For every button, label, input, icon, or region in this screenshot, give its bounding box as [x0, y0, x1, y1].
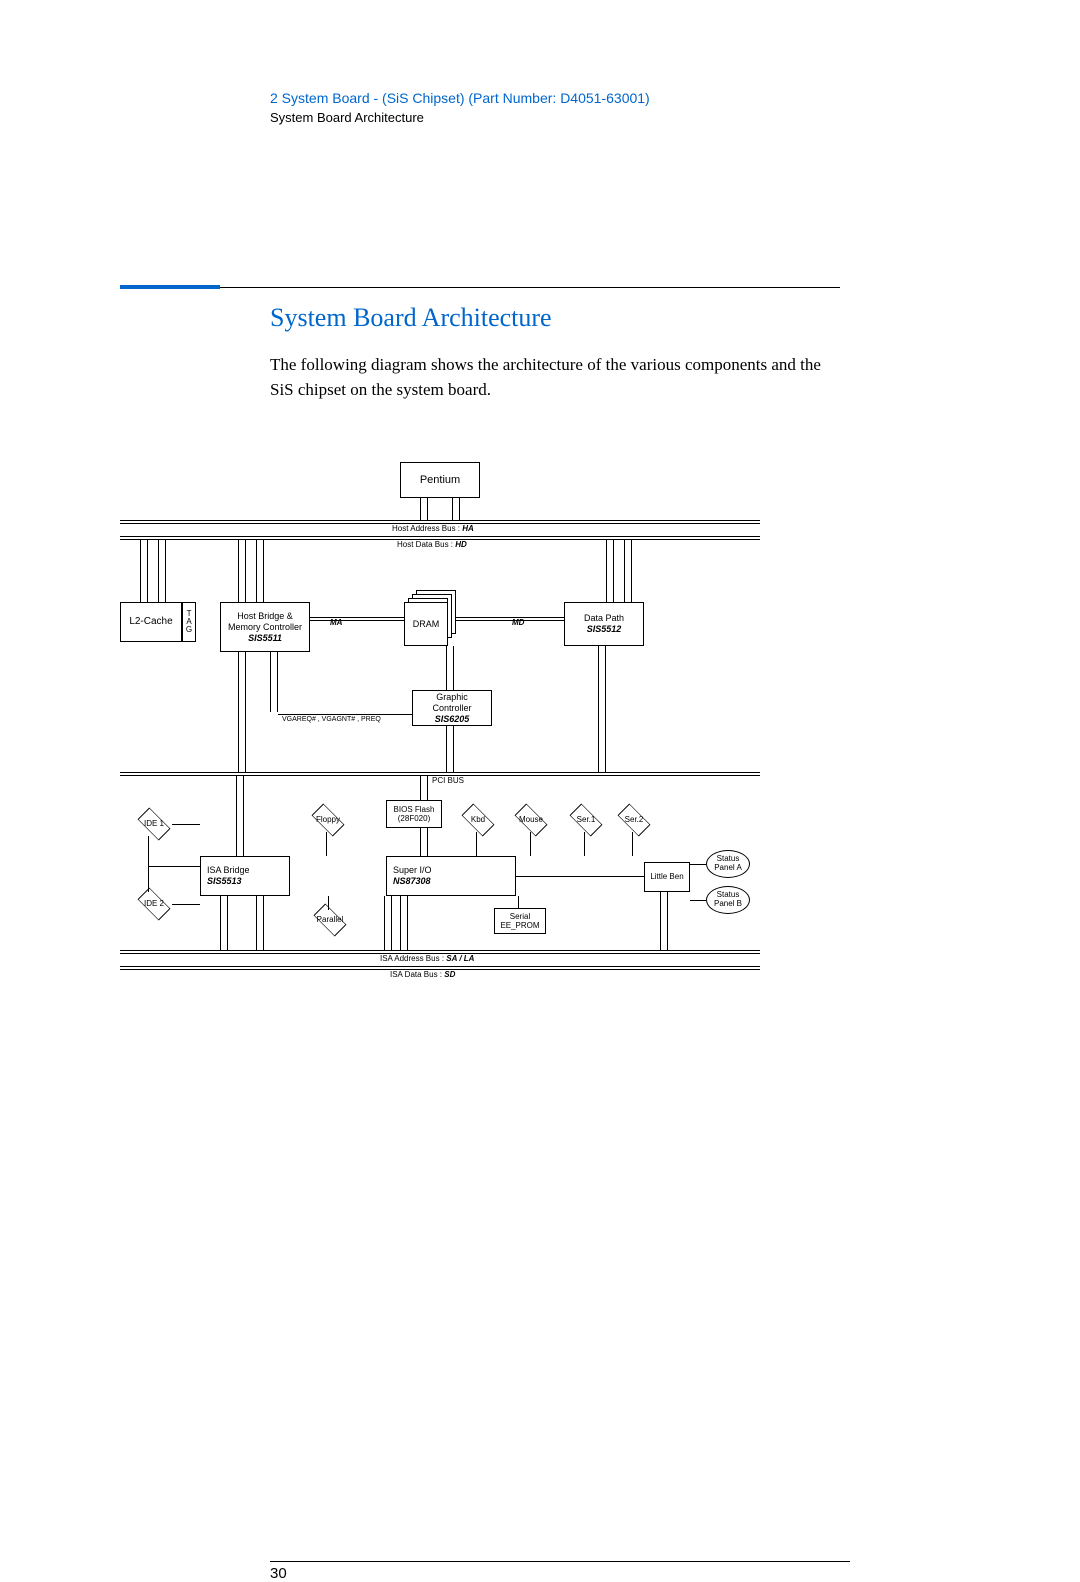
graphic-chip: SIS6205 [435, 714, 470, 725]
isa-bridge-chip: SIS5513 [207, 876, 242, 887]
status-b-l2: Panel B [714, 899, 742, 908]
data-path-box: Data Path SIS5512 [564, 602, 644, 646]
section-rule [120, 125, 840, 289]
status-panel-a: StatusPanel A [706, 850, 750, 878]
floppy-diamond: Floppy [304, 808, 352, 832]
ide2-diamond: IDE 2 [134, 892, 174, 916]
little-ben-box: Little Ben [644, 862, 690, 892]
l2-cache-label: L2-Cache [129, 616, 172, 628]
tag-label: T A G [186, 610, 192, 634]
isa-bridge-l1: ISA Bridge [207, 865, 250, 876]
status-panel-b: StatusPanel B [706, 886, 750, 914]
graphic-l1: Graphic Controller [417, 692, 487, 714]
md-label: MD [512, 618, 524, 627]
l2-cache-box: L2-Cache [120, 602, 182, 642]
chapter-subtitle: System Board Architecture [270, 110, 840, 125]
floppy-label: Floppy [316, 816, 340, 824]
ide1-diamond: IDE 1 [134, 812, 174, 836]
section-body: The following diagram shows the architec… [270, 353, 830, 402]
isa-data-label: ISA Data Bus : [390, 970, 442, 979]
pci-bus-label: PCI BUS [430, 776, 466, 785]
hd-bus-label: Host Data Bus : [397, 540, 453, 549]
data-path-chip: SIS5512 [587, 624, 622, 635]
vga-signal-label: VGAREQ# , VGAGNT# , PREQ [282, 716, 381, 723]
super-io-box: Super I/O NS87308 [386, 856, 516, 896]
data-path-l1: Data Path [584, 613, 624, 624]
tag-box: T A G [182, 602, 196, 642]
ma-label: MA [330, 618, 342, 627]
isa-bridge-box: ISA Bridge SIS5513 [200, 856, 290, 896]
dram-box: DRAM [404, 602, 448, 646]
host-bridge-chip: SIS5511 [248, 633, 282, 644]
mouse-diamond: Mouse [508, 808, 554, 832]
kbd-label: Kbd [471, 816, 485, 824]
bios-l2: (28F020) [398, 814, 430, 824]
ha-bus-label: Host Address Bus : [392, 524, 460, 533]
isa-data-name: SD [444, 970, 455, 979]
status-a-l2: Panel A [714, 863, 742, 872]
ser2-diamond: Ser.2 [614, 808, 654, 832]
ide1-label: IDE 1 [144, 820, 164, 828]
isa-addr-label: ISA Address Bus : [380, 954, 444, 963]
eeprom-l2: EE_PROM [500, 921, 539, 931]
graphic-controller-box: Graphic Controller SIS6205 [412, 690, 492, 726]
bios-l1: BIOS Flash [394, 805, 435, 815]
kbd-diamond: Kbd [458, 808, 498, 832]
ser2-label: Ser.2 [625, 816, 644, 824]
parallel-diamond: Parallel [304, 908, 356, 932]
section-title: System Board Architecture [270, 303, 840, 333]
mouse-label: Mouse [519, 816, 543, 824]
chapter-header: 2 System Board - (SiS Chipset) (Part Num… [270, 90, 840, 106]
isa-addr-name: SA / LA [446, 954, 474, 963]
little-ben-label: Little Ben [650, 872, 683, 882]
page-number: 30 [270, 1565, 287, 1582]
host-bridge-l2: Memory Controller [228, 622, 302, 633]
status-b-l1: Status [717, 890, 740, 899]
eeprom-l1: Serial [510, 912, 530, 922]
ide2-label: IDE 2 [144, 900, 164, 908]
cpu-box: Pentium [400, 462, 480, 498]
parallel-label: Parallel [317, 916, 344, 924]
bios-flash-box: BIOS Flash (28F020) [386, 800, 442, 828]
host-bridge-l1: Host Bridge & [237, 611, 293, 622]
ser1-diamond: Ser.1 [566, 808, 606, 832]
host-bridge-box: Host Bridge & Memory Controller SIS5511 [220, 602, 310, 652]
footer-rule [270, 1561, 850, 1562]
ser1-label: Ser.1 [577, 816, 596, 824]
architecture-diagram: Pentium Host Address Bus : HA Host Data … [120, 462, 760, 1022]
cpu-label: Pentium [420, 474, 460, 487]
ha-bus-name: HA [462, 524, 474, 533]
serial-eeprom-box: Serial EE_PROM [494, 908, 546, 934]
super-io-l1: Super I/O [393, 865, 432, 876]
status-a-l1: Status [717, 854, 740, 863]
hd-bus-name: HD [455, 540, 467, 549]
super-io-chip: NS87308 [393, 876, 431, 887]
dram-label: DRAM [413, 619, 440, 630]
